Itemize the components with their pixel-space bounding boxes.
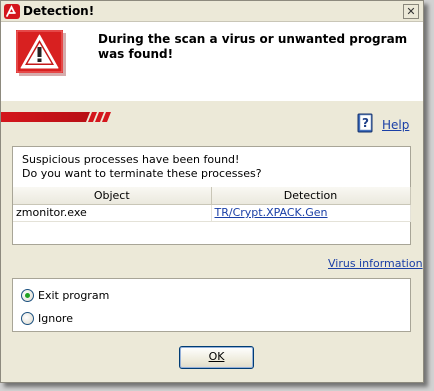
panel-message: Suspicious processes have been found! Do… <box>22 153 262 181</box>
banner-message: During the scan a virus or unwanted prog… <box>98 32 408 61</box>
help-link[interactable]: Help <box>382 118 409 132</box>
radio-exit-program[interactable] <box>21 289 34 302</box>
help-book-icon: ? <box>357 113 373 133</box>
close-button[interactable]: ✕ <box>403 4 419 19</box>
help-link-group[interactable]: ? Help <box>357 113 417 135</box>
detection-link[interactable]: TR/Crypt.XPACK.Gen <box>215 206 328 219</box>
ok-button[interactable]: OK <box>179 346 254 369</box>
column-header-detection[interactable]: Detection <box>210 187 411 205</box>
column-header-object[interactable]: Object <box>13 187 212 205</box>
warning-icon <box>16 30 66 76</box>
window-title: Detection! <box>23 4 95 18</box>
process-table: Object Detection zmonitor.exe TR/Crypt.X… <box>13 187 411 222</box>
panel-message-line: Suspicious processes have been found! <box>22 153 240 166</box>
avira-logo-icon <box>4 4 20 19</box>
exit-program-label[interactable]: Exit program <box>38 288 109 303</box>
table-header-row: Object Detection <box>13 187 411 205</box>
title-bar[interactable]: Detection! ✕ <box>1 1 423 22</box>
panel-message-line: Do you want to terminate these processes… <box>22 167 262 180</box>
suspicious-processes-panel: Suspicious processes have been found! Do… <box>12 146 411 245</box>
header-banner: During the scan a virus or unwanted prog… <box>1 22 423 122</box>
ok-button-label: OK <box>208 350 225 363</box>
table-row[interactable]: zmonitor.exe TR/Crypt.XPACK.Gen <box>13 203 411 222</box>
svg-text:?: ? <box>362 116 369 130</box>
detection-cell: TR/Crypt.XPACK.Gen <box>210 203 411 222</box>
object-cell: zmonitor.exe <box>13 203 212 222</box>
ignore-label[interactable]: Ignore <box>38 311 73 326</box>
radio-ignore[interactable] <box>21 312 34 325</box>
radio-selected-dot <box>25 293 30 298</box>
detection-dialog: Detection! ✕ During the scan a virus or … <box>0 0 424 383</box>
action-options-panel: Exit program Ignore <box>12 278 411 332</box>
virus-information-link[interactable]: Virus information <box>328 257 423 270</box>
